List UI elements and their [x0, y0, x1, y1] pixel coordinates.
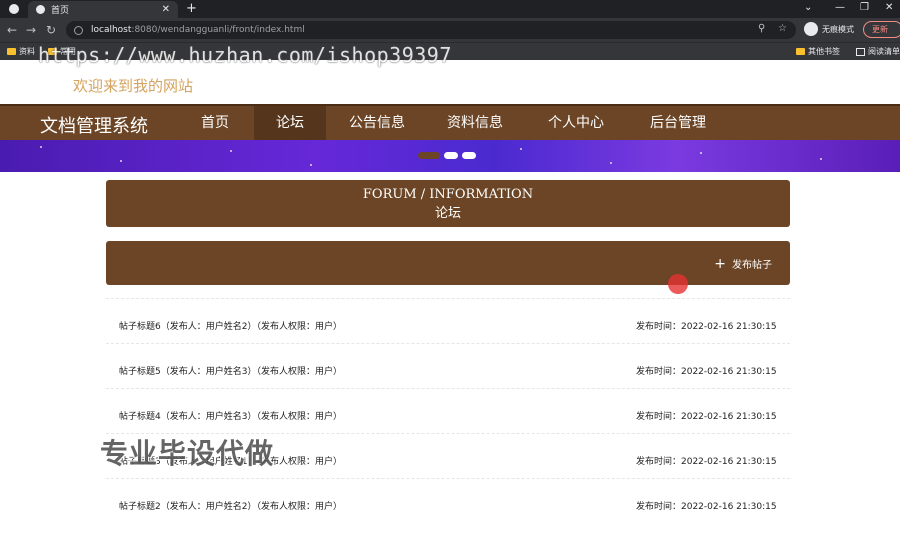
minimize-button[interactable]: —	[835, 2, 845, 13]
plus-icon: +	[714, 255, 726, 272]
cursor-highlight	[668, 274, 688, 294]
maximize-button[interactable]: ❐	[860, 2, 869, 13]
incognito-profile[interactable]: 无痕模式	[804, 22, 854, 36]
back-arrow-icon[interactable]: ←	[7, 23, 17, 37]
carousel-banner[interactable]	[0, 140, 900, 172]
nav-item-forum[interactable]: 论坛	[254, 106, 326, 140]
post-time: 发布时间：2022-02-16 21:30:15	[636, 322, 777, 332]
nav-item-materials[interactable]: 资料信息	[434, 106, 516, 140]
post-title[interactable]: 帖子标题5（发布人：用户姓名3）（发布人权限：用户）	[119, 364, 342, 377]
post-title[interactable]: 帖子标题2（发布人：用户姓名2）（发布人权限：用户）	[119, 499, 342, 512]
folder-icon	[7, 48, 16, 55]
nav-item-announcements[interactable]: 公告信息	[336, 106, 418, 140]
post-time: 发布时间：2022-02-16 21:30:15	[636, 412, 777, 422]
url-input[interactable]: localhost:8080/wendangguanli/front/index…	[66, 21, 796, 39]
banner-star	[520, 148, 522, 150]
zoom-icon[interactable]: ⚲	[758, 23, 765, 34]
carousel-dot-active[interactable]	[418, 152, 440, 159]
watermark-url: https://www.huzhan.com/ishop39397	[38, 43, 452, 67]
browser-tab[interactable]: 首页 ✕	[28, 1, 178, 18]
carousel-dot[interactable]	[444, 152, 458, 159]
publish-post-label: 发布帖子	[732, 260, 772, 271]
bookmark-label: 其他书签	[808, 47, 840, 56]
nav-item-home[interactable]: 首页	[183, 106, 247, 140]
post-time: 发布时间：2022-02-16 21:30:15	[636, 502, 777, 512]
post-time: 发布时间：2022-02-16 21:30:15	[636, 367, 777, 377]
address-bar-row: ← → ↻ localhost:8080/wendangguanli/front…	[0, 18, 900, 42]
watermark-text: 专业毕设代做	[100, 437, 275, 470]
banner-star	[120, 160, 122, 162]
post-time: 发布时间：2022-02-16 21:30:15	[636, 457, 777, 467]
banner-star	[700, 152, 702, 154]
nav-item-admin[interactable]: 后台管理	[637, 106, 719, 140]
banner-star	[40, 146, 42, 148]
post-title[interactable]: 帖子标题6（发布人：用户姓名2）（发布人权限：用户）	[119, 319, 342, 332]
publish-post-button[interactable]: + 发布帖子	[714, 255, 772, 272]
bookmark-folder[interactable]: 资料	[7, 46, 35, 57]
url-text: localhost:8080/wendangguanli/front/index…	[91, 25, 305, 35]
browser-tab-bar: 首页 ✕ + ⌄ — ❐ ✕	[0, 0, 900, 18]
site-brand: 文档管理系统	[40, 116, 148, 137]
welcome-text: 欢迎来到我的网站	[73, 77, 194, 95]
tab-close-icon[interactable]: ✕	[162, 4, 170, 15]
forum-action-bar: + 发布帖子	[106, 241, 790, 285]
reload-icon[interactable]: ↻	[46, 23, 56, 37]
reading-list[interactable]: 阅读清单	[856, 46, 900, 57]
carousel-dot[interactable]	[462, 152, 476, 159]
new-tab-button[interactable]: +	[186, 1, 197, 16]
favicon-icon	[36, 5, 45, 14]
site-navbar: 文档管理系统 首页 论坛 公告信息 资料信息 个人中心 后台管理	[0, 104, 900, 140]
incognito-label: 无痕模式	[822, 24, 854, 34]
banner-star	[820, 158, 822, 160]
list-item[interactable]: 帖子标题5（发布人：用户姓名3）（发布人权限：用户） 发布时间：2022-02-…	[106, 343, 790, 388]
banner-star	[610, 162, 612, 164]
forward-arrow-icon[interactable]: →	[26, 23, 36, 37]
list-item[interactable]: 帖子标题6（发布人：用户姓名2）（发布人权限：用户） 发布时间：2022-02-…	[106, 298, 790, 343]
banner-star	[310, 164, 312, 166]
banner-star	[230, 150, 232, 152]
site-info-icon[interactable]	[74, 25, 83, 35]
close-window-button[interactable]: ✕	[885, 2, 893, 13]
bookmark-label: 阅读清单	[868, 47, 900, 56]
forum-header: FORUM / INFORMATION 论坛	[106, 180, 790, 227]
update-button[interactable]: 更新	[863, 21, 900, 38]
post-title[interactable]: 帖子标题4（发布人：用户姓名3）（发布人权限：用户）	[119, 409, 342, 422]
folder-icon	[796, 48, 805, 55]
other-bookmarks[interactable]: 其他书签	[796, 46, 840, 57]
forum-title-en: FORUM / INFORMATION	[362, 187, 534, 202]
incognito-icon	[804, 22, 818, 36]
bookmark-label: 资料	[19, 47, 35, 56]
list-item[interactable]: 帖子标题2（发布人：用户姓名2）（发布人权限：用户） 发布时间：2022-02-…	[106, 478, 790, 523]
bookmark-star-icon[interactable]: ☆	[778, 23, 787, 34]
forum-title-zh: 论坛	[434, 206, 461, 221]
list-item[interactable]: 帖子标题4（发布人：用户姓名3）（发布人权限：用户） 发布时间：2022-02-…	[106, 388, 790, 433]
tab-search-icon[interactable]: ⌄	[804, 2, 812, 13]
reading-list-icon	[856, 47, 865, 56]
nav-item-profile[interactable]: 个人中心	[535, 106, 617, 140]
tab-title: 首页	[51, 6, 70, 16]
update-label: 更新	[872, 25, 888, 34]
browser-menu-icon[interactable]	[9, 4, 19, 14]
